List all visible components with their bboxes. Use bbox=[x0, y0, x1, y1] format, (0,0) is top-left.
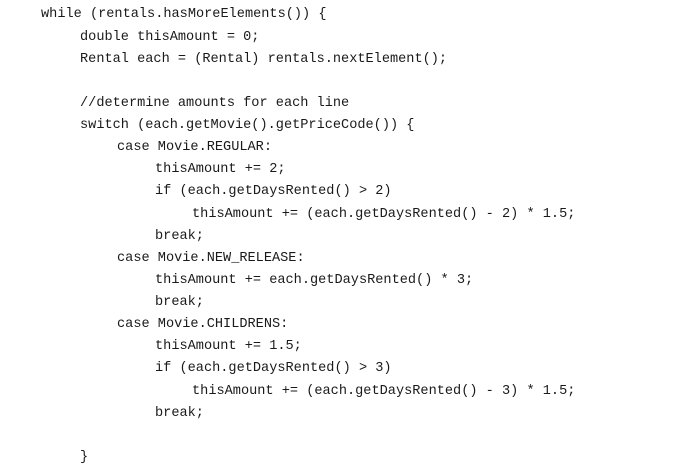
code-line-regular-break: break; bbox=[155, 229, 204, 244]
code-line-childrens-add: thisAmount += 1.5; bbox=[155, 339, 302, 354]
code-line-childrens-if: if (each.getDaysRented() > 3) bbox=[155, 361, 392, 376]
code-line-new-release-add: thisAmount += each.getDaysRented() * 3; bbox=[155, 273, 474, 288]
code-line-childrens-break: break; bbox=[155, 406, 204, 421]
code-line-case-regular: case Movie.REGULAR: bbox=[117, 140, 272, 155]
code-line-this-amount-decl: double thisAmount = 0; bbox=[80, 30, 260, 45]
code-line-regular-add: thisAmount += 2; bbox=[155, 162, 286, 177]
code-line-case-new-release: case Movie.NEW_RELEASE: bbox=[117, 251, 305, 266]
code-line-while: while (rentals.hasMoreElements()) { bbox=[41, 7, 327, 22]
code-line-regular-extra: thisAmount += (each.getDaysRented() - 2)… bbox=[192, 207, 576, 222]
code-listing: while (rentals.hasMoreElements()) { doub… bbox=[0, 0, 683, 464]
code-line-comment: //determine amounts for each line bbox=[80, 96, 350, 111]
code-line-closing-brace: } bbox=[80, 450, 89, 464]
code-line-case-childrens: case Movie.CHILDRENS: bbox=[117, 317, 289, 332]
code-line-childrens-extra: thisAmount += (each.getDaysRented() - 3)… bbox=[192, 384, 576, 399]
code-line-rental-each: Rental each = (Rental) rentals.nextEleme… bbox=[80, 52, 448, 67]
code-line-switch: switch (each.getMovie().getPriceCode()) … bbox=[80, 118, 415, 133]
code-line-new-release-break: break; bbox=[155, 295, 204, 310]
code-line-regular-if: if (each.getDaysRented() > 2) bbox=[155, 184, 392, 199]
